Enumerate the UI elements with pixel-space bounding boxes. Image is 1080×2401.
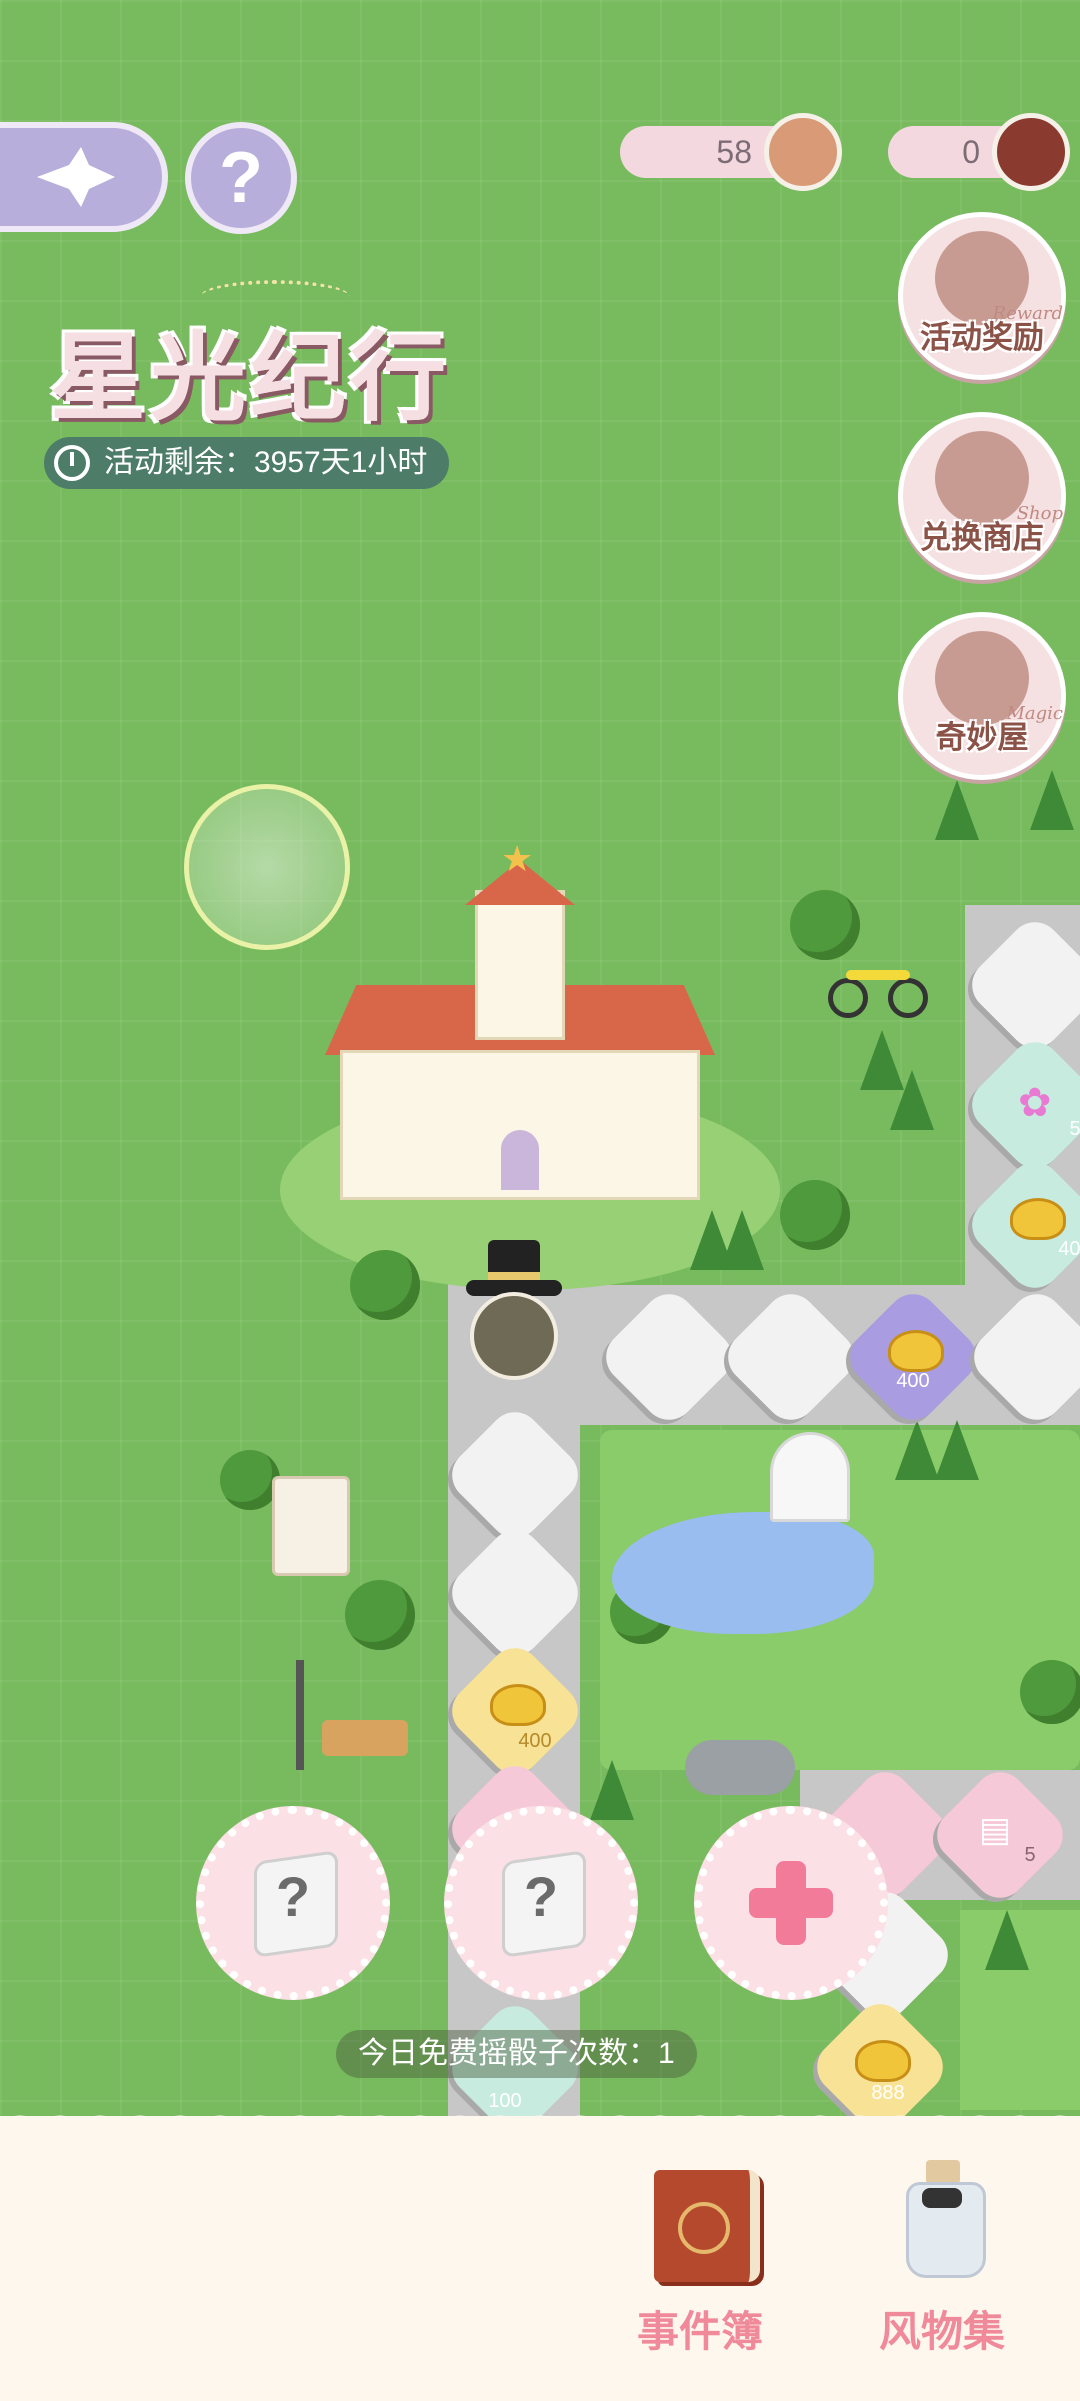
board-tile xyxy=(962,1282,1080,1432)
tree xyxy=(1020,1660,1080,1724)
plus-icon-part xyxy=(776,1861,806,1945)
star-icon: ★ xyxy=(501,838,534,879)
tab-event-book[interactable]: 事件簿 xyxy=(620,2160,780,2360)
storm-cloud xyxy=(685,1740,795,1795)
town-hall-building: ★ xyxy=(325,838,715,1200)
gazebo xyxy=(770,1432,850,1522)
page-title: 星光纪行 xyxy=(50,321,450,434)
currency-token[interactable]: 0 xyxy=(888,113,1070,191)
coin-count: 58 xyxy=(716,134,752,170)
countdown-badge: 活动剩余：3957天1小时 xyxy=(44,437,450,489)
pine-tree xyxy=(1030,770,1074,830)
reward-button[interactable]: Reward 活动奖励 xyxy=(898,212,1066,380)
event-book-label: 事件簿 xyxy=(636,2308,763,2355)
free-rolls-label: 今日免费摇骰子次数：1 xyxy=(336,2030,697,2078)
scales-icon xyxy=(935,431,1029,525)
question-mark-icon: ? xyxy=(523,1865,559,1928)
tree xyxy=(220,1450,280,1510)
board-tile-coin: 400 xyxy=(960,1150,1080,1300)
tree xyxy=(790,890,860,960)
top-hat xyxy=(466,1240,562,1300)
pine-tree xyxy=(890,1070,934,1130)
tree xyxy=(345,1580,415,1650)
magic-house-button[interactable]: Magic 奇妙屋 xyxy=(898,612,1066,780)
pine-tree xyxy=(720,1210,764,1270)
pine-tree xyxy=(935,780,979,840)
event-title-logo: 星光纪行 xyxy=(50,280,460,434)
event-book-icon xyxy=(654,2170,760,2282)
countdown-text: 活动剩余：3957天1小时 xyxy=(104,446,428,479)
coin-pile-icon xyxy=(855,2040,911,2082)
coin-pile-icon xyxy=(490,1684,546,1726)
reward-label: 活动奖励 xyxy=(920,320,1044,355)
vending-machine xyxy=(272,1476,350,1576)
coin-pile-icon xyxy=(888,1330,944,1372)
dice-button-2[interactable]: ? xyxy=(444,1806,638,2000)
help-button[interactable]: ? xyxy=(185,122,297,234)
collection-label: 风物集 xyxy=(878,2308,1005,2355)
token-body xyxy=(470,1292,558,1380)
dice-button-1[interactable]: ? xyxy=(196,1806,390,2000)
bicycle xyxy=(828,960,948,1020)
add-dice-button[interactable] xyxy=(694,1806,888,2000)
tree xyxy=(350,1250,420,1320)
collection-jar-icon xyxy=(902,2160,986,2278)
hall-tower xyxy=(475,890,565,1040)
tree xyxy=(780,1180,850,1250)
shop-button[interactable]: Shop 兑换商店 xyxy=(898,412,1066,580)
bronze-coin-icon xyxy=(764,113,842,191)
currency-coin[interactable]: 58 xyxy=(620,113,842,191)
game-board: ★ ✿5 400 400 400 ▤5 888 100 xyxy=(0,0,1080,2401)
help-icon: ? xyxy=(219,138,263,218)
token-count: 0 xyxy=(962,134,980,170)
shop-label: 兑换商店 xyxy=(920,520,1044,555)
hall-door xyxy=(501,1130,539,1190)
pine-tree xyxy=(985,1910,1029,1970)
clock-icon xyxy=(54,445,90,481)
coin-pile-icon xyxy=(1010,1198,1066,1240)
magic-house-label: 奇妙屋 xyxy=(935,720,1029,755)
back-arrow-icon xyxy=(37,147,115,207)
medal-token-icon xyxy=(992,113,1070,191)
back-button[interactable] xyxy=(0,122,168,232)
tab-collection[interactable]: 风物集 xyxy=(862,2160,1022,2360)
street-lamp xyxy=(296,1660,304,1770)
question-mark-icon: ? xyxy=(275,1865,311,1928)
bench xyxy=(322,1720,408,1756)
player-token xyxy=(452,1240,576,1390)
